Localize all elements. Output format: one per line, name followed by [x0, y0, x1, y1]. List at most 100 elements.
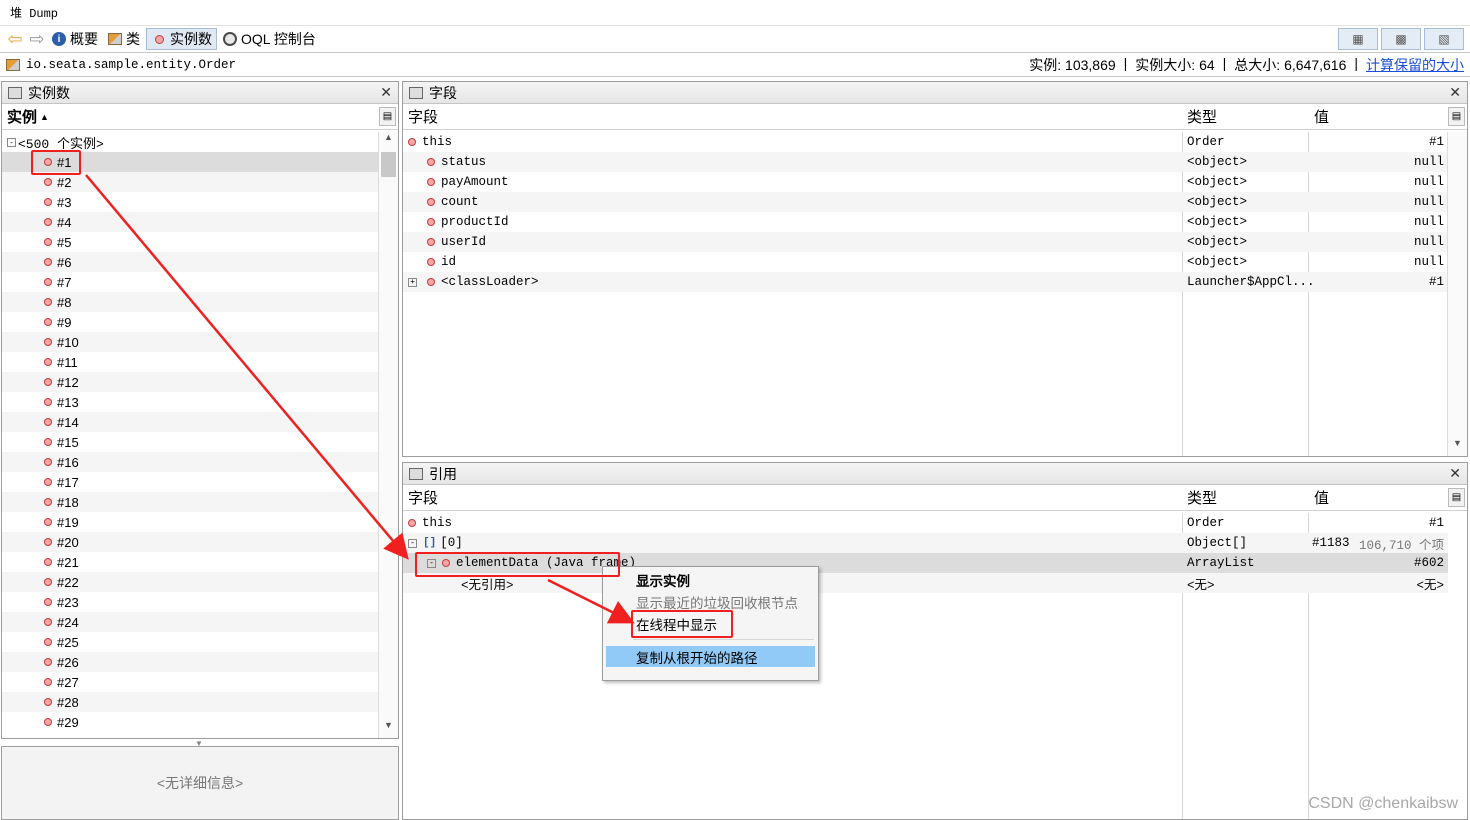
column-chooser-icon[interactable]: ▤	[379, 107, 396, 126]
instance-row[interactable]: #21	[2, 552, 379, 572]
classes-button[interactable]: 类	[104, 28, 144, 50]
collapse-icon[interactable]: -	[427, 558, 436, 568]
instance-row[interactable]: #10	[2, 332, 379, 352]
references-panel-title: 引用	[429, 465, 457, 482]
menu-show-in-thread[interactable]: 在线程中显示	[606, 613, 815, 634]
instance-label: #21	[57, 554, 79, 570]
instance-icon	[44, 378, 52, 386]
reference-row[interactable]: - elementData (Java frame) ArrayList #602	[403, 553, 1448, 573]
collapse-icon[interactable]: -	[408, 538, 417, 548]
summary-button[interactable]: i 概要	[48, 28, 102, 50]
instance-row[interactable]: #4	[2, 212, 379, 232]
instance-row[interactable]: #27	[2, 672, 379, 692]
instance-row[interactable]: #24	[2, 612, 379, 632]
instance-icon	[44, 618, 52, 626]
field-name: <classLoader>	[441, 275, 539, 289]
column-chooser-icon[interactable]: ▤	[1448, 488, 1465, 507]
field-value: #1	[1428, 135, 1444, 149]
instance-row[interactable]: #22	[2, 572, 379, 592]
close-icon[interactable]: ✕	[1449, 84, 1461, 101]
instance-row[interactable]: #13	[2, 392, 379, 412]
instance-row[interactable]: #12	[2, 372, 379, 392]
instance-row[interactable]: #9	[2, 312, 379, 332]
reference-type: Order	[1187, 516, 1225, 530]
instances-column-header[interactable]: 实例 ▲ ▤	[2, 104, 398, 130]
instance-row[interactable]: #16	[2, 452, 379, 472]
compute-retained-size-link[interactable]: 计算保留的大小	[1366, 55, 1464, 75]
instance-row[interactable]: #2	[2, 172, 379, 192]
view-tree-icon[interactable]: ▧	[1424, 28, 1464, 50]
instance-row[interactable]: #17	[2, 472, 379, 492]
field-name-cell: + <classLoader>	[408, 275, 539, 289]
instance-icon	[44, 278, 52, 286]
field-row[interactable]: count <object> null	[403, 192, 1448, 212]
reference-row[interactable]: this Order #1	[403, 513, 1448, 533]
instance-row[interactable]: #5	[2, 232, 379, 252]
instance-row[interactable]: #29	[2, 712, 379, 732]
col-field[interactable]: 字段	[408, 106, 438, 127]
field-row[interactable]: this Order #1	[403, 132, 1448, 152]
field-row[interactable]: status <object> null	[403, 152, 1448, 172]
close-icon[interactable]: ✕	[380, 84, 392, 101]
instance-row[interactable]: #8	[2, 292, 379, 312]
instances-button[interactable]: 实例数	[146, 28, 217, 50]
field-type: <object>	[1187, 215, 1248, 229]
field-row[interactable]: userId <object> null	[403, 232, 1448, 252]
reference-value: #1183	[1312, 536, 1350, 550]
instance-row[interactable]: #28	[2, 692, 379, 712]
window-title: 堆 Dump	[10, 7, 59, 21]
expand-icon[interactable]: +	[408, 277, 417, 287]
oql-button[interactable]: OQL 控制台	[219, 28, 320, 50]
view-split-icon[interactable]: ▩	[1381, 28, 1421, 50]
field-row[interactable]: payAmount <object> null	[403, 172, 1448, 192]
close-icon[interactable]: ✕	[1449, 465, 1461, 482]
forward-arrow-icon[interactable]: ⇨	[26, 28, 48, 50]
instance-row[interactable]: #19	[2, 512, 379, 532]
column-chooser-icon[interactable]: ▤	[1448, 107, 1465, 126]
menu-show-gc-root[interactable]: 显示最近的垃圾回收根节点	[606, 591, 815, 612]
scroll-thumb[interactable]	[381, 152, 396, 177]
menu-copy-path-from-root[interactable]: 复制从根开始的路径	[606, 646, 815, 667]
instance-row[interactable]: #1	[2, 152, 379, 172]
instance-row[interactable]: #26	[2, 652, 379, 672]
instance-label: #5	[57, 234, 72, 250]
field-row[interactable]: id <object> null	[403, 252, 1448, 272]
instance-row[interactable]: #20	[2, 532, 379, 552]
col-type[interactable]: 类型	[1187, 106, 1217, 127]
view-grid-icon[interactable]: ▦	[1338, 28, 1378, 50]
instance-row[interactable]: #18	[2, 492, 379, 512]
references-panel: 引用 ✕ 字段 类型 值 ▤ this Order #1-[] [0] Object[]…	[402, 462, 1468, 820]
instance-row[interactable]: #23	[2, 592, 379, 612]
scroll-down-icon[interactable]: ▼	[1448, 438, 1467, 456]
instance-label: #23	[57, 594, 79, 610]
instances-scrollbar[interactable]: ▲ ▼	[378, 132, 398, 738]
fields-scrollbar[interactable]: ▼	[1447, 132, 1467, 456]
instances-group-row[interactable]: - <500 个实例>	[2, 132, 379, 152]
fields-panel: 字段 ✕ 字段 类型 值 ▤ this Order #1 status <object>…	[402, 81, 1468, 457]
scroll-up-icon[interactable]: ▲	[379, 132, 398, 150]
col-value[interactable]: 值	[1314, 487, 1329, 508]
collapse-icon[interactable]: -	[7, 137, 16, 147]
instance-row[interactable]: #6	[2, 252, 379, 272]
instance-row[interactable]: #25	[2, 632, 379, 652]
reference-row[interactable]: <无引用> <无> <无>	[403, 573, 1448, 593]
field-icon	[427, 238, 435, 246]
col-field[interactable]: 字段	[408, 487, 438, 508]
instance-row[interactable]: #14	[2, 412, 379, 432]
instance-row[interactable]: #3	[2, 192, 379, 212]
scroll-down-icon[interactable]: ▼	[379, 720, 398, 738]
instance-icon	[44, 358, 52, 366]
back-arrow-icon[interactable]: ⇦	[4, 28, 26, 50]
instance-row[interactable]: #11	[2, 352, 379, 372]
instance-row[interactable]: #15	[2, 432, 379, 452]
reference-row[interactable]: -[] [0] Object[] #1183 106,710 个项	[403, 533, 1448, 553]
field-row[interactable]: + <classLoader> Launcher$AppCl... #1	[403, 272, 1448, 292]
col-type[interactable]: 类型	[1187, 487, 1217, 508]
menu-show-instance[interactable]: 显示实例	[606, 569, 815, 590]
view-toggle-group: ▦ ▩ ▧	[1335, 28, 1464, 50]
instance-row[interactable]: #7	[2, 272, 379, 292]
oql-label: OQL 控制台	[241, 31, 316, 47]
col-value[interactable]: 值	[1314, 106, 1329, 127]
field-name: status	[441, 155, 487, 169]
field-row[interactable]: productId <object> null	[403, 212, 1448, 232]
